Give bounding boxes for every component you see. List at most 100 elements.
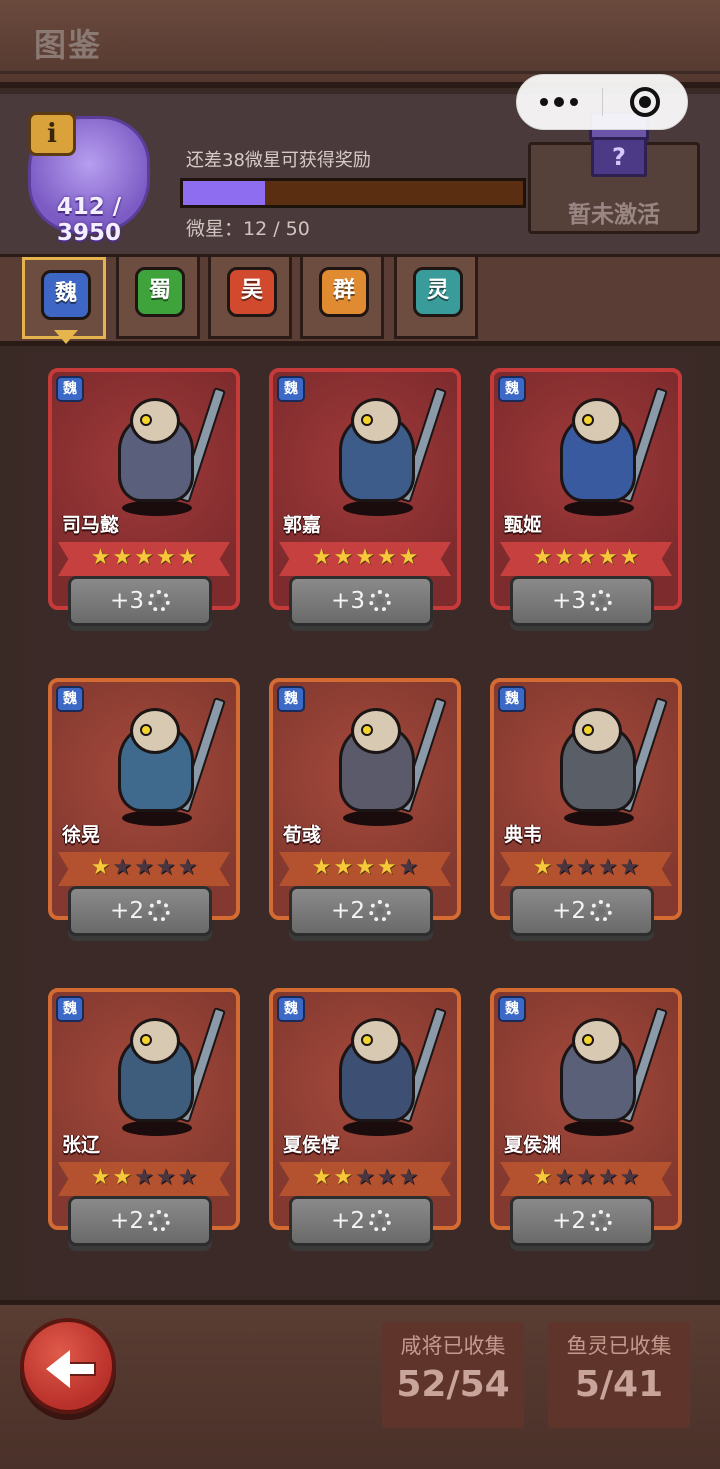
faction-mark: 魏 — [498, 686, 526, 712]
filled-star-icon: ★ — [112, 545, 133, 570]
empty-star-icon: ★ — [134, 855, 154, 880]
filled-star-icon: ★ — [532, 545, 553, 570]
general-portrait — [92, 387, 226, 516]
general-name: 郭嘉 — [283, 514, 322, 536]
faction-gem-label: 灵 — [413, 267, 463, 317]
gear-icon — [589, 590, 612, 612]
upgrade-button[interactable]: +2 — [68, 886, 212, 936]
upgrade-button[interactable]: +2 — [289, 886, 433, 936]
gear-icon — [147, 1210, 170, 1232]
star-rating: ★ ★ ★ ★ ★ — [273, 1166, 457, 1190]
card-frame: 魏张辽 ★ ★ ★ ★ ★ — [48, 988, 240, 1230]
general-card[interactable]: 魏司马懿 ★ ★ ★ ★ ★ +3 — [48, 368, 240, 638]
upgrade-button[interactable]: +2 — [510, 1196, 654, 1246]
filled-star-icon: ★ — [532, 855, 553, 880]
general-portrait — [534, 387, 668, 516]
filled-star-icon: ★ — [355, 855, 375, 880]
faction-mark: 魏 — [56, 686, 84, 712]
empty-star-icon: ★ — [398, 855, 419, 880]
filled-star-icon: ★ — [134, 545, 154, 570]
spirits-collected-value: 5/41 — [574, 1364, 664, 1405]
upgrade-button[interactable]: +2 — [68, 1196, 212, 1246]
filled-star-icon: ★ — [532, 1165, 553, 1190]
upgrade-button[interactable]: +2 — [510, 886, 654, 936]
general-name: 司马懿 — [62, 514, 120, 536]
miniprogram-capsule — [516, 74, 688, 130]
tab-faction-0[interactable]: 魏 — [22, 257, 106, 339]
faction-mark: 魏 — [498, 996, 526, 1022]
filled-star-icon: ★ — [333, 855, 354, 880]
upgrade-button[interactable]: +3 — [289, 576, 433, 626]
empty-star-icon: ★ — [177, 1165, 198, 1190]
general-portrait — [92, 697, 226, 826]
reward-progress-bar — [180, 178, 526, 208]
upgrade-button[interactable]: +3 — [68, 576, 212, 626]
tab-faction-4[interactable]: 灵 — [394, 257, 478, 339]
active-tab-pointer-icon — [54, 330, 78, 344]
faction-mark: 魏 — [277, 376, 305, 402]
empty-star-icon: ★ — [177, 855, 198, 880]
star-rating: ★ ★ ★ ★ ★ — [52, 856, 236, 880]
star-total: 412 / 3950 — [56, 194, 122, 246]
filled-star-icon: ★ — [398, 545, 419, 570]
filled-star-icon: ★ — [155, 545, 176, 570]
card-frame: 魏司马懿 ★ ★ ★ ★ ★ — [48, 368, 240, 610]
gear-icon — [147, 590, 170, 612]
gear-icon — [589, 1210, 612, 1232]
gear-icon — [147, 900, 170, 922]
reward-tip: 还差38微星可获得奖励 — [186, 150, 371, 171]
general-card[interactable]: 魏荀彧 ★ ★ ★ ★ ★ +2 — [269, 678, 461, 948]
micro-star-count: 微星：12 / 50 — [186, 218, 310, 240]
filled-star-icon: ★ — [90, 545, 111, 570]
faction-gem-label: 群 — [319, 267, 369, 317]
general-card[interactable]: 魏张辽 ★ ★ ★ ★ ★ +2 — [48, 988, 240, 1258]
empty-star-icon: ★ — [112, 855, 133, 880]
general-portrait — [92, 1007, 226, 1136]
general-name: 夏侯惇 — [283, 1134, 341, 1156]
general-card[interactable]: 魏郭嘉 ★ ★ ★ ★ ★ +3 — [269, 368, 461, 638]
general-card[interactable]: 魏夏侯渊 ★ ★ ★ ★ ★ +2 — [490, 988, 682, 1258]
star-rating: ★ ★ ★ ★ ★ — [273, 546, 457, 570]
close-miniprogram-icon[interactable] — [603, 75, 688, 129]
filled-star-icon: ★ — [355, 545, 375, 570]
empty-star-icon: ★ — [355, 1165, 375, 1190]
more-options-icon[interactable] — [517, 75, 602, 129]
star-rating: ★ ★ ★ ★ ★ — [273, 856, 457, 880]
spirits-collected-label: 鱼灵已收集 — [566, 1334, 672, 1358]
info-icon[interactable]: i — [28, 112, 76, 156]
filled-star-icon: ★ — [112, 1165, 133, 1190]
card-frame: 魏甄姬 ★ ★ ★ ★ ★ — [490, 368, 682, 610]
spirits-collected-box: 鱼灵已收集 5/41 — [548, 1322, 690, 1428]
empty-star-icon: ★ — [597, 1165, 618, 1190]
general-name: 徐晃 — [62, 824, 101, 846]
card-frame: 魏典韦 ★ ★ ★ ★ ★ — [490, 678, 682, 920]
general-card-grid: 魏司马懿 ★ ★ ★ ★ ★ +3 魏郭嘉 ★ ★ ★ ★ ★ +3 魏甄姬 ★ ★ ★ ★ ★ +3 魏徐晃 ★ ★ ★ ★ ★ +… — [24, 352, 696, 1296]
general-card[interactable]: 魏甄姬 ★ ★ ★ ★ ★ +3 — [490, 368, 682, 638]
tab-faction-2[interactable]: 吴 — [208, 257, 292, 339]
empty-star-icon: ★ — [554, 1165, 575, 1190]
generals-collected-label: 咸将已收集 — [400, 1334, 506, 1358]
tab-faction-3[interactable]: 群 — [300, 257, 384, 339]
faction-mark: 魏 — [56, 376, 84, 402]
star-rating: ★ ★ ★ ★ ★ — [52, 546, 236, 570]
general-name: 夏侯渊 — [504, 1134, 562, 1156]
upgrade-value: +2 — [331, 1208, 365, 1234]
general-card[interactable]: 魏徐晃 ★ ★ ★ ★ ★ +2 — [48, 678, 240, 948]
generals-collected-value: 52/54 — [396, 1364, 510, 1405]
star-rating: ★ ★ ★ ★ ★ — [52, 1166, 236, 1190]
empty-star-icon: ★ — [619, 855, 640, 880]
empty-star-icon: ★ — [376, 1165, 397, 1190]
upgrade-value: +2 — [552, 1208, 586, 1234]
general-card[interactable]: 魏夏侯惇 ★ ★ ★ ★ ★ +2 — [269, 988, 461, 1258]
tab-faction-1[interactable]: 蜀 — [116, 257, 200, 339]
back-button[interactable] — [20, 1318, 116, 1414]
star-emblem[interactable]: i 412 / 3950 — [24, 112, 154, 246]
filled-star-icon: ★ — [333, 545, 354, 570]
inactive-reward-box[interactable]: ? 暂未激活 — [528, 111, 700, 234]
upgrade-button[interactable]: +2 — [289, 1196, 433, 1246]
filled-star-icon: ★ — [376, 545, 397, 570]
faction-tabs-bar: 魏蜀吴群灵 — [0, 254, 720, 346]
upgrade-button[interactable]: +3 — [510, 576, 654, 626]
empty-star-icon: ★ — [597, 855, 618, 880]
general-card[interactable]: 魏典韦 ★ ★ ★ ★ ★ +2 — [490, 678, 682, 948]
